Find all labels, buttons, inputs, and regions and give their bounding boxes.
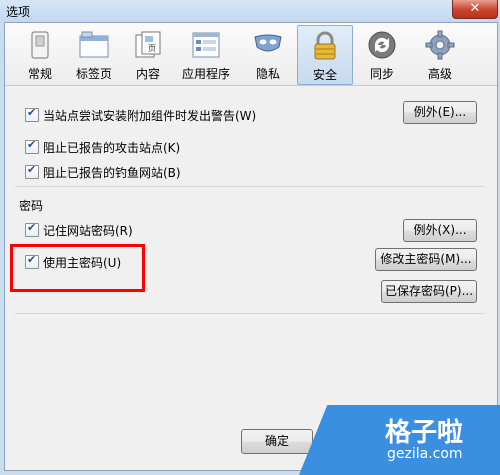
remember-passwords-label: 记住网站密码(R) <box>43 224 133 238</box>
block-attack-label: 阻止已报告的攻击站点(K) <box>43 141 181 155</box>
warn-addons-checkbox[interactable] <box>25 106 39 122</box>
tab-security[interactable]: 安全 <box>297 25 353 85</box>
tab-content-label: 内容 <box>135 67 160 81</box>
ok-button[interactable]: 确定 <box>241 429 313 454</box>
close-button[interactable]: ✕ <box>452 0 498 19</box>
tab-content[interactable]: 页 内容 <box>121 25 175 83</box>
tab-tabs-label: 标签页 <box>75 67 112 81</box>
block-forgery-label: 阻止已报告的钓鱼网站(B) <box>43 166 181 180</box>
warn-addons-label: 当站点尝试安装附加组件时发出警告(W) <box>43 109 257 123</box>
gear-icon <box>425 30 455 60</box>
tab-advanced-label: 高级 <box>427 67 452 81</box>
remember-passwords-checkbox[interactable] <box>25 221 39 237</box>
tab-security-label: 安全 <box>312 68 337 82</box>
watermark-url: gezila.com <box>387 446 463 462</box>
applications-icon <box>192 32 220 58</box>
svg-text:页: 页 <box>148 44 156 53</box>
tab-sync[interactable]: 同步 <box>355 25 409 83</box>
annotation-highlight-box <box>10 244 145 292</box>
tab-advanced[interactable]: 高级 <box>413 25 467 83</box>
change-master-password-button[interactable]: 修改主密码(M)... <box>375 248 477 271</box>
page-icon: 页 <box>135 31 161 58</box>
tab-privacy[interactable]: 隐私 <box>241 25 295 83</box>
block-attack-checkbox[interactable] <box>25 138 39 154</box>
saved-passwords-button[interactable]: 已保存密码(P)... <box>381 280 477 303</box>
tab-applications[interactable]: 应用程序 <box>175 25 237 83</box>
group-bottom-separator <box>15 313 485 314</box>
tab-sync-label: 同步 <box>369 67 394 81</box>
lock-icon <box>314 31 336 60</box>
watermark-brand: 格子啦 <box>385 418 464 448</box>
window-title: 选项 <box>6 5 31 19</box>
switch-icon <box>31 31 49 59</box>
title-bar: 选项 ✕ <box>0 0 500 22</box>
tab-general-label: 常规 <box>27 67 52 81</box>
passwords-group-label: 密码 <box>19 199 44 213</box>
exceptions-addons-button[interactable]: 例外(E)... <box>403 101 477 124</box>
sync-icon <box>368 31 396 59</box>
tab-applications-label: 应用程序 <box>181 67 230 81</box>
group-separator <box>15 186 485 187</box>
block-forgery-checkbox[interactable] <box>25 163 39 179</box>
exceptions-passwords-button[interactable]: 例外(X)... <box>403 219 477 242</box>
tab-tabs[interactable]: 标签页 <box>67 25 121 83</box>
tab-privacy-label: 隐私 <box>255 67 280 81</box>
category-toolbar: 常规 标签页 页 内容 应用程序 隐私 安全 同步 高级 <box>5 23 497 86</box>
tabs-icon <box>79 31 109 58</box>
mask-icon <box>254 34 282 52</box>
tab-general[interactable]: 常规 <box>13 25 67 83</box>
